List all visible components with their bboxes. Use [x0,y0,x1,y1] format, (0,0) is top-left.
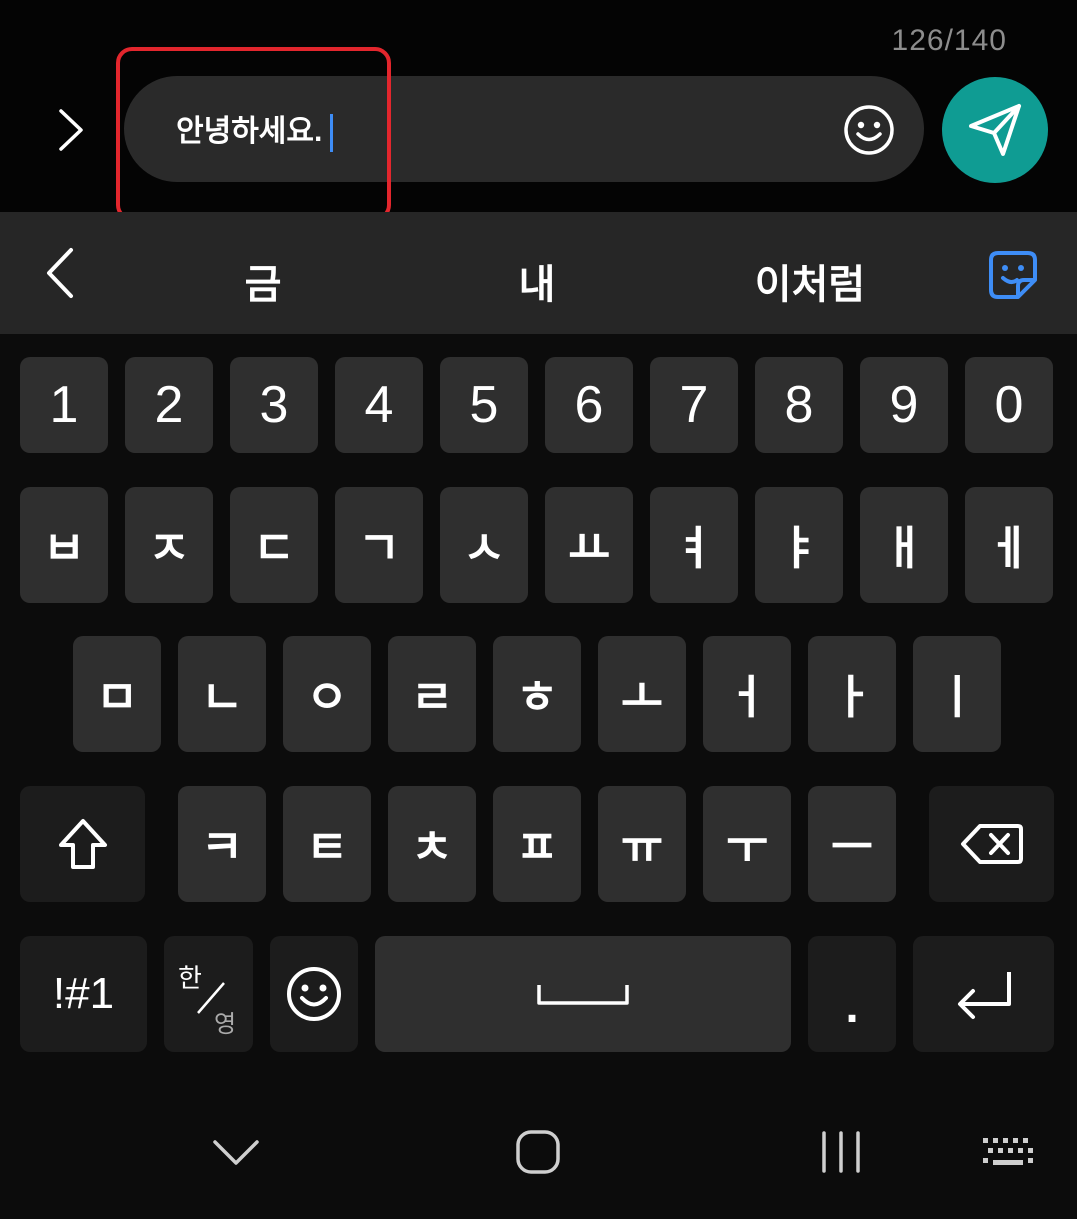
key-chieut[interactable]: ㅊ [388,786,476,902]
key-9[interactable]: 9 [860,357,948,453]
key-ieung[interactable]: ㅇ [283,636,371,752]
key-3[interactable]: 3 [230,357,318,453]
paper-plane-icon [969,104,1021,156]
key-5[interactable]: 5 [440,357,528,453]
emoji-button[interactable] [842,103,896,157]
key-yo[interactable]: ㅛ [545,487,633,603]
suggestion-word[interactable]: 내 [437,252,637,310]
key-kieuk[interactable]: ㅋ [178,786,266,902]
compose-area: 126/140 안녕하세요. [0,0,1077,221]
backspace-key[interactable] [929,786,1054,902]
key-siot[interactable]: ㅅ [440,487,528,603]
space-icon [537,985,629,1005]
key-7[interactable]: 7 [650,357,738,453]
keyboard-switch-button[interactable] [975,1128,1041,1178]
key-0[interactable]: 0 [965,357,1053,453]
suggestion-bar: 금 내 이처럼 [0,212,1077,334]
key-2[interactable]: 2 [125,357,213,453]
key-ya[interactable]: ㅑ [755,487,843,603]
key-pieup[interactable]: ㅍ [493,786,581,902]
key-i[interactable]: ㅣ [913,636,1001,752]
space-key[interactable] [375,936,791,1052]
key-a[interactable]: ㅏ [808,636,896,752]
hide-keyboard-button[interactable] [200,1124,272,1180]
key-nieun[interactable]: ㄴ [178,636,266,752]
key-bieup[interactable]: ㅂ [20,487,108,603]
suggestion-word[interactable]: 금 [163,252,363,310]
key-1[interactable]: 1 [20,357,108,453]
recents-icon [822,1131,860,1173]
sticker-icon [989,251,1037,299]
home-icon [516,1130,560,1174]
key-hieut[interactable]: ㅎ [493,636,581,752]
shift-key[interactable] [20,786,145,902]
key-rieul[interactable]: ㄹ [388,636,476,752]
expand-options-button[interactable] [44,100,96,160]
symbols-key[interactable]: !#1 [20,936,147,1052]
keyboard-icon [983,1138,1033,1165]
suggestion-back-button[interactable] [30,242,90,304]
key-giyeok[interactable]: ㄱ [335,487,423,603]
key-digeut[interactable]: ㄷ [230,487,318,603]
home-button[interactable] [505,1122,571,1182]
key-mieum[interactable]: ㅁ [73,636,161,752]
key-tieut[interactable]: ㅌ [283,786,371,902]
key-eo[interactable]: ㅓ [703,636,791,752]
suggestion-word[interactable]: 이처럼 [710,252,910,310]
key-yeo[interactable]: ㅕ [650,487,738,603]
key-8[interactable]: 8 [755,357,843,453]
key-ae[interactable]: ㅐ [860,487,948,603]
key-eu[interactable]: ㅡ [808,786,896,902]
emoji-key[interactable] [270,936,358,1052]
shift-icon [58,819,107,869]
send-button[interactable] [942,77,1048,183]
enter-key[interactable] [913,936,1054,1052]
sticker-button[interactable] [986,248,1040,302]
key-jieut[interactable]: ㅈ [125,487,213,603]
key-4[interactable]: 4 [335,357,423,453]
highlight-box [116,47,391,221]
key-e[interactable]: ㅔ [965,487,1053,603]
backspace-icon [960,824,1023,864]
chevron-left-icon [47,248,73,298]
key-o[interactable]: ㅗ [598,636,686,752]
key-yu[interactable]: ㅠ [598,786,686,902]
smiley-icon [844,105,894,155]
lang-key-english: 영 [214,1011,237,1038]
character-counter: 126/140 [891,24,1007,57]
chevron-right-icon [59,109,83,151]
smiley-icon [287,967,341,1021]
recents-button[interactable] [806,1122,876,1182]
language-switch-key[interactable]: 한 영 [164,936,253,1052]
chevron-down-icon [213,1140,259,1165]
period-key[interactable]: . [808,936,896,1052]
key-u[interactable]: ㅜ [703,786,791,902]
key-6[interactable]: 6 [545,357,633,453]
enter-icon [957,972,1011,1019]
keyboard: 1 2 3 4 5 6 7 8 9 0 ㅂ ㅈ ㄷ ㄱ ㅅ ㅛ ㅕ ㅑ ㅐ ㅔ … [0,334,1077,1094]
navigation-bar [0,1094,1077,1219]
